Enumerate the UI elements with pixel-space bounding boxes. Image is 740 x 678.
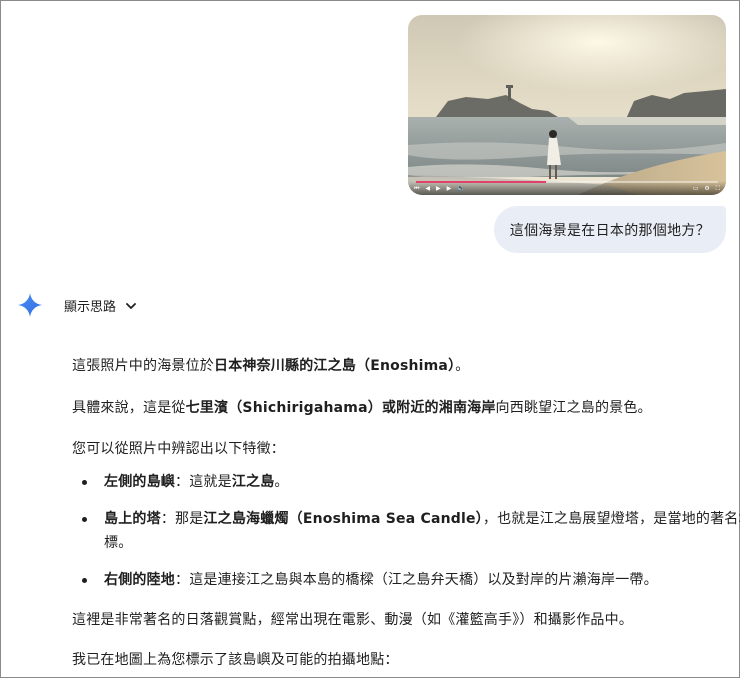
response-paragraph-3: 您可以從照片中辨認出以下特徵： — [72, 441, 285, 457]
video-controls-left: ⏮ ◀ ▶ ▶ 🔈 — [414, 185, 465, 193]
response-paragraph-4: 這裡是非常著名的日落觀賞點，經常出現在電影、動漫（如《灌籃高手》）和攝影作品中。 — [72, 612, 633, 628]
response-paragraph-2: 具體來說，這是從七里濱（Shichirigahama）或附近的湘南海岸向西眺望江… — [72, 400, 652, 416]
video-progress-fill — [416, 181, 546, 183]
chevron-down-icon — [126, 302, 136, 309]
play-icon[interactable]: ▶ — [436, 185, 441, 193]
list-item: 右側的陸地：這是連接江之島與本島的橋樑（江之島弁天橋）以及對岸的片瀨海岸一帶。 — [72, 568, 740, 592]
seascape-photo — [408, 15, 726, 195]
fullscreen-icon[interactable]: ⛶ — [716, 185, 720, 193]
response-paragraph-5: 我已在地圖上為您標示了該島嶼及可能的拍攝地點： — [72, 652, 399, 668]
captions-icon[interactable]: ▭ — [693, 185, 699, 193]
rewind-icon[interactable]: ◀ — [425, 185, 430, 193]
video-controls-right: ▭ ⚙ ⛶ — [693, 185, 720, 193]
user-message-bubble: 這個海景是在日本的那個地方？ — [493, 206, 726, 253]
video-progress-track[interactable] — [416, 181, 718, 183]
user-message-text: 這個海景是在日本的那個地方？ — [509, 222, 710, 239]
skip-back-icon[interactable]: ⏮ — [414, 185, 419, 193]
user-uploaded-image[interactable]: ⏮ ◀ ▶ ▶ 🔈 ▭ ⚙ ⛶ — [408, 15, 726, 195]
show-thoughts-label: 顯示思路 — [64, 300, 117, 315]
forward-icon[interactable]: ▶ — [447, 185, 452, 193]
volume-icon[interactable]: 🔈 — [457, 185, 464, 193]
list-item: 島上的塔：那是江之島海蠟燭（Enoshima Sea Candle），也就是江之… — [72, 507, 740, 555]
gemini-sparkle-icon — [18, 293, 42, 317]
list-item: 左側的島嶼：這就是江之島。 — [72, 470, 740, 494]
response-paragraph-1: 這張照片中的海景位於日本神奈川縣的江之島（Enoshima）。 — [72, 358, 470, 374]
settings-icon[interactable]: ⚙ — [704, 185, 709, 193]
show-thoughts-toggle[interactable]: 顯示思路 — [64, 296, 138, 315]
